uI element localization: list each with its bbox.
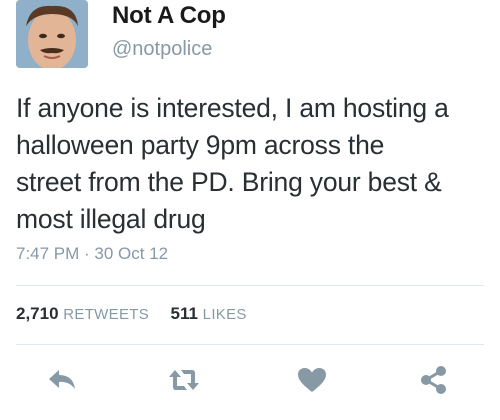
avatar-image (16, 0, 88, 68)
share-icon (421, 366, 446, 394)
reply-button[interactable] (42, 360, 82, 400)
like-icon (298, 368, 326, 392)
like-button[interactable] (292, 360, 332, 400)
user-handle[interactable]: @notpolice (112, 38, 212, 61)
tweet-text: If anyone is interested, I am hosting a … (16, 90, 486, 238)
tweet-text-line: halloween party 9pm across the (16, 130, 385, 160)
retweet-button[interactable] (164, 360, 204, 400)
tweet-header: Not A Cop @notpolice (16, 0, 484, 72)
retweets-label[interactable]: RETWEETS (63, 306, 149, 323)
share-button[interactable] (414, 360, 454, 400)
tweet-stats: 2,710 RETWEETS 511 LIKES (16, 304, 247, 324)
retweet-icon (169, 370, 199, 390)
avatar[interactable] (16, 0, 88, 68)
reply-icon (49, 370, 75, 389)
tweet-text-line: street from the PD. Bring your best & (16, 167, 442, 197)
retweets-count[interactable]: 2,710 (16, 304, 59, 323)
tweet-card: Not A Cop @notpolice If anyone is intere… (0, 0, 500, 420)
tweet-text-line: If anyone is interested, I am hosting a (16, 93, 449, 123)
likes-count[interactable]: 511 (171, 304, 198, 323)
user-name[interactable]: Not A Cop (112, 2, 226, 30)
tweet-text-line: most illegal drug (16, 204, 206, 234)
tweet-timestamp[interactable]: 7:47 PM · 30 Oct 12 (16, 244, 168, 264)
likes-label[interactable]: LIKES (203, 306, 247, 323)
divider (16, 285, 484, 286)
divider (16, 344, 484, 345)
tweet-actions (0, 360, 500, 400)
